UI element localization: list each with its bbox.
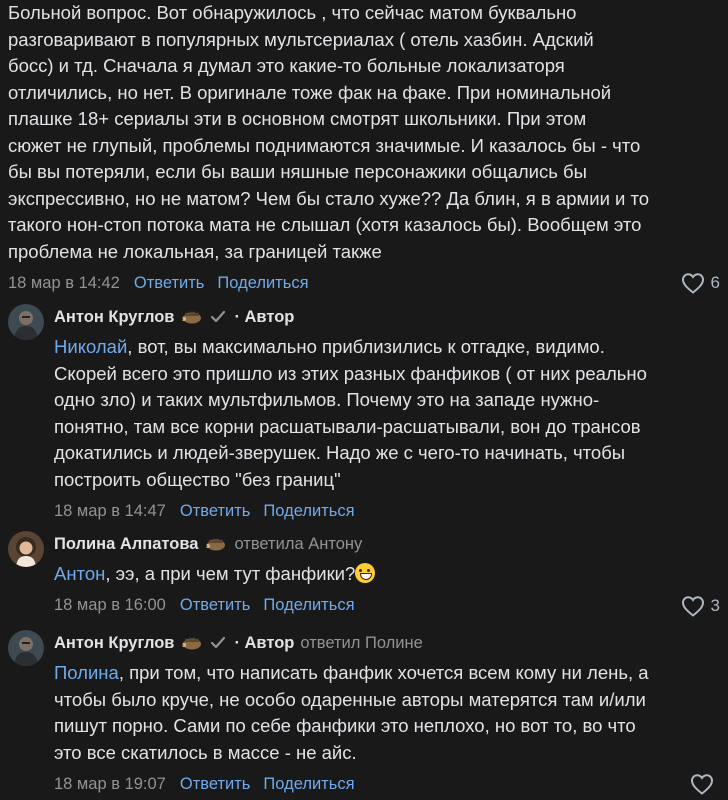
top-comment: Больной вопрос. Вот обнаружилось , что с… [8, 0, 720, 296]
reply-text: Полина, при том, что написать фанфик хоч… [54, 662, 649, 763]
hedgehog-icon [206, 538, 226, 551]
reply-button[interactable]: Ответить [134, 274, 205, 293]
replied-to[interactable]: ответил Полине [300, 634, 422, 653]
reply-header: Полина Алпатова ответила Антону [54, 531, 720, 557]
reply-header: Антон Круглов · Автор ответил Полине [54, 630, 720, 656]
author-name[interactable]: Полина Алпатова [54, 535, 198, 554]
reply-button[interactable]: Ответить [180, 502, 251, 521]
avatar[interactable] [8, 304, 44, 340]
replied-to[interactable]: ответила Антону [234, 535, 362, 554]
author-tag: · Автор [234, 633, 295, 652]
like-count: 6 [710, 273, 720, 292]
reply-comment: Антон Круглов · Автор Николай, вот, вы м… [8, 304, 720, 524]
avatar[interactable] [8, 630, 44, 666]
author-name[interactable]: Антон Круглов [54, 308, 174, 327]
reply-date[interactable]: 18 мар в 14:47 [54, 502, 166, 521]
heart-icon [681, 273, 704, 294]
share-button[interactable]: Поделиться [263, 775, 354, 794]
like-button[interactable]: 3 [681, 595, 720, 617]
like-count: 3 [710, 595, 720, 615]
reply-meta: 18 мар в 19:07 Ответить Поделиться [54, 771, 720, 797]
heart-icon [681, 595, 704, 617]
reply-header: Антон Круглов · Автор [54, 304, 720, 330]
reply-comment: Полина Алпатова ответила Антону Антон, э… [8, 531, 720, 619]
hedgehog-icon [182, 311, 202, 324]
reply-button[interactable]: Ответить [180, 775, 251, 794]
mention-link[interactable]: Полина [54, 662, 119, 683]
reply-text: Николай, вот, вы максимально приблизилис… [54, 336, 647, 490]
author-tag: · Автор [234, 307, 295, 326]
comment-text: Больной вопрос. Вот обнаружилось , что с… [8, 2, 650, 262]
comment-meta: 18 мар в 14:42 Ответить Поделиться 6 [8, 270, 720, 296]
grinning-sweat-emoji-icon [355, 563, 376, 583]
share-button[interactable]: Поделиться [263, 502, 354, 521]
like-button[interactable]: 6 [681, 272, 720, 294]
mention-link[interactable]: Николай [54, 336, 127, 357]
reply-meta: 18 мар в 14:47 Ответить Поделиться [54, 498, 720, 524]
reply-text: Антон, ээ, а при чем тут фанфики? [54, 561, 720, 588]
mention-link[interactable]: Антон [54, 563, 105, 584]
hedgehog-icon [182, 637, 202, 650]
verified-check-icon [211, 636, 226, 649]
reply-button[interactable]: Ответить [180, 596, 251, 615]
reply-meta: 18 мар в 16:00 Ответить Поделиться 3 [54, 593, 720, 619]
reply-comment: Антон Круглов · Автор ответил Полине Пол… [8, 630, 720, 797]
verified-check-icon [211, 310, 226, 323]
avatar[interactable] [8, 531, 44, 567]
comment-date[interactable]: 18 мар в 14:42 [8, 274, 120, 293]
heart-icon [690, 774, 714, 795]
author-name[interactable]: Антон Круглов [54, 634, 174, 653]
share-button[interactable]: Поделиться [263, 596, 354, 615]
reply-date[interactable]: 18 мар в 19:07 [54, 775, 166, 794]
like-button[interactable] [690, 773, 720, 795]
share-button[interactable]: Поделиться [217, 274, 308, 293]
reply-date[interactable]: 18 мар в 16:00 [54, 596, 166, 615]
